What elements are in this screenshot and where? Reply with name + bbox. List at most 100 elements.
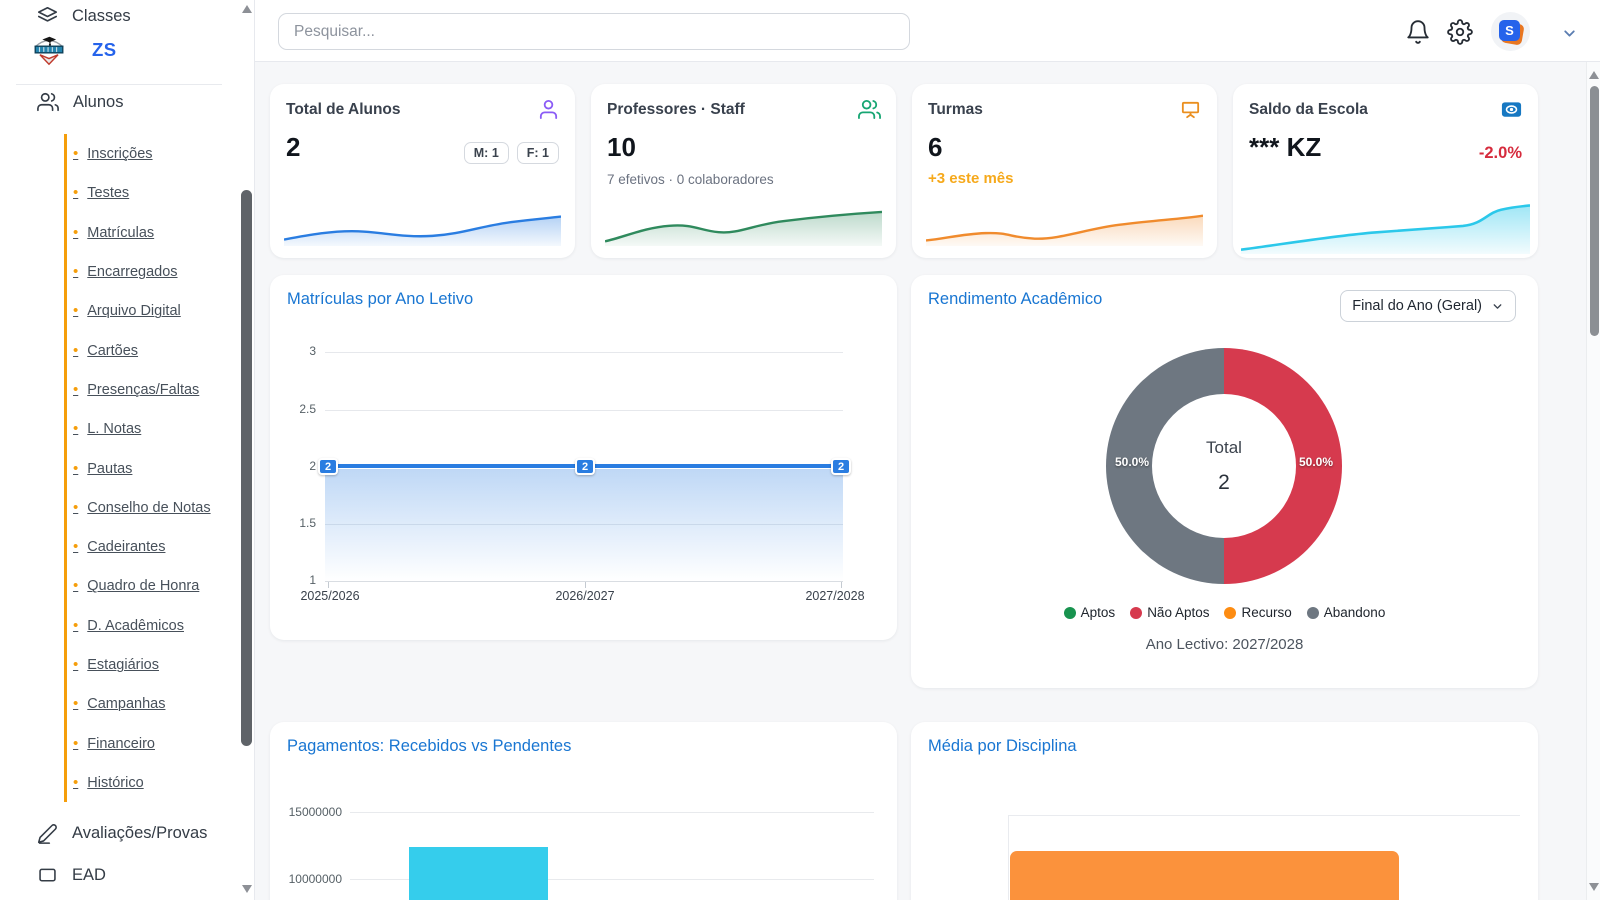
legend-dot: [1307, 607, 1319, 619]
sidebar-item-alunos[interactable]: Alunos: [0, 89, 235, 115]
sidebar-item-pautas[interactable]: Pautas: [73, 460, 132, 477]
sidebar-item-presencas-faltas[interactable]: Presenças/Faltas: [73, 381, 199, 398]
sidebar-scrollbar[interactable]: [240, 0, 254, 900]
period-select[interactable]: Final do Ano (Geral): [1340, 290, 1516, 322]
stat-card-total-alunos: Total de Alunos 2 M: 1 F: 1: [270, 84, 575, 258]
sidebar-item-classes[interactable]: Classes: [0, 3, 235, 29]
disciplina-bar[interactable]: [1010, 851, 1399, 900]
saldo-trend-sparkline: [1241, 200, 1530, 254]
sidebar-subitem: Financeiro: [67, 723, 234, 762]
donut-legend: Aptos Não Aptos Recurso Abandono: [911, 605, 1538, 620]
recebidos-bar[interactable]: [409, 847, 548, 900]
data-point-label[interactable]: 2: [575, 458, 595, 475]
balance-delta: -2.0%: [1479, 144, 1522, 163]
sidebar-item-label: Classes: [72, 7, 131, 26]
eye-icon[interactable]: [1500, 98, 1523, 121]
sidebar-subitem: Arquivo Digital: [67, 291, 234, 330]
turmas-trend-sparkline: [926, 200, 1203, 246]
sidebar-item-d-academicos[interactable]: D. Acadêmicos: [73, 617, 184, 634]
gridline: [350, 812, 874, 813]
sidebar-item-financeiro[interactable]: Financeiro: [73, 735, 155, 752]
sidebar-item-cadeirantes[interactable]: Cadeirantes: [73, 538, 165, 555]
rendimento-chart-card: Rendimento Acadêmico Final do Ano (Geral…: [911, 275, 1538, 688]
sidebar-item-campanhas[interactable]: Campanhas: [73, 695, 165, 712]
y-tick: 10000000: [284, 872, 342, 886]
scroll-down-arrow[interactable]: [1589, 883, 1599, 891]
y-tick: 2.5: [272, 402, 316, 416]
avatar[interactable]: S: [1491, 12, 1530, 51]
sidebar-item-matriculas[interactable]: Matrículas: [73, 224, 154, 241]
school-logo-row[interactable]: ZS: [30, 28, 230, 72]
sidebar-subitem: Presenças/Faltas: [67, 370, 234, 409]
scroll-up-arrow[interactable]: [1589, 71, 1599, 79]
sidebar-item-testes[interactable]: Testes: [73, 184, 129, 201]
sidebar-scrollbar-thumb[interactable]: [241, 190, 252, 746]
scroll-down-arrow[interactable]: [242, 885, 252, 893]
sidebar-item-arquivo-digital[interactable]: Arquivo Digital: [73, 302, 181, 319]
gridline: [325, 352, 843, 353]
stat-card-title: Total de Alunos: [286, 101, 401, 119]
slice-percent-label: 50.0%: [1294, 455, 1338, 469]
female-count-badge: F: 1: [517, 142, 559, 164]
legend-item-aptos[interactable]: Aptos: [1064, 605, 1116, 620]
sidebar-item-inscricoes[interactable]: Inscrições: [73, 145, 153, 162]
donut-center: Total 2: [1152, 394, 1296, 538]
alunos-submenu: Inscrições Testes Matrículas Encarregado…: [64, 134, 234, 802]
gridline: [1008, 815, 1520, 816]
presentation-icon: [1179, 98, 1202, 121]
dashboard-main: Total de Alunos 2 M: 1 F: 1 Professores …: [255, 62, 1600, 900]
scroll-up-arrow[interactable]: [242, 5, 252, 13]
sidebar-subitem: Histórico: [67, 763, 234, 802]
chevron-down-icon[interactable]: [1561, 25, 1578, 42]
stat-card-value: 10: [607, 132, 636, 163]
data-point-label[interactable]: 2: [831, 458, 851, 475]
chart-title: Média por Disciplina: [928, 737, 1077, 756]
layers-icon: [37, 6, 58, 27]
gridline: [325, 410, 843, 411]
sidebar-item-ead[interactable]: EAD: [0, 861, 235, 889]
sidebar-item-conselho-de-notas[interactable]: Conselho de Notas: [73, 499, 211, 516]
legend-label: Abandono: [1324, 605, 1386, 620]
sidebar-subitem: Inscrições: [67, 134, 234, 173]
x-tick-label: 2025/2026: [300, 589, 359, 603]
school-crest-logo: [30, 30, 68, 70]
sidebar-subitem: Quadro de Honra: [67, 566, 234, 605]
avatar-logo: S: [1499, 20, 1520, 41]
sidebar-item-historico[interactable]: Histórico: [73, 774, 144, 791]
sidebar-subitem: Testes: [67, 173, 234, 212]
chart-title: Pagamentos: Recebidos vs Pendentes: [287, 737, 571, 756]
gear-icon[interactable]: [1447, 19, 1473, 45]
main-scrollbar[interactable]: [1586, 62, 1600, 900]
sidebar-subitem: Cadeirantes: [67, 527, 234, 566]
sidebar-item-label: Alunos: [73, 93, 123, 112]
students-trend-sparkline: [284, 200, 561, 246]
legend-item-abandono[interactable]: Abandono: [1307, 605, 1386, 620]
bell-icon[interactable]: [1405, 19, 1431, 45]
main-scrollbar-thumb[interactable]: [1590, 86, 1599, 336]
sidebar-item-estagiarios[interactable]: Estagiários: [73, 656, 159, 673]
stat-card-turmas: Turmas 6 +3 este mês: [912, 84, 1217, 258]
sidebar-item-encarregados[interactable]: Encarregados: [73, 263, 178, 280]
x-axis-line: [325, 581, 843, 582]
male-count-badge: M: 1: [464, 142, 509, 164]
search-input[interactable]: [278, 13, 910, 50]
data-point-label[interactable]: 2: [318, 458, 338, 475]
legend-item-recurso[interactable]: Recurso: [1224, 605, 1291, 620]
sidebar-item-label: Avaliações/Provas: [72, 824, 207, 843]
stat-card-title: Saldo da Escola: [1249, 101, 1368, 119]
sidebar-item-quadro-de-honra[interactable]: Quadro de Honra: [73, 577, 199, 594]
sidebar-subitem: Estagiários: [67, 645, 234, 684]
donut-chart[interactable]: 50.0% 50.0% Total 2: [1106, 348, 1342, 584]
chart-footer: Ano Lectivo: 2027/2028: [911, 636, 1538, 653]
chevron-down-icon: [1491, 300, 1504, 313]
sidebar-subitem: Cartões: [67, 330, 234, 369]
legend-item-nao-aptos[interactable]: Não Aptos: [1130, 605, 1209, 620]
sidebar-subitem: Pautas: [67, 448, 234, 487]
stat-card-professores-staff: Professores · Staff 10 7 efetivos · 0 co…: [591, 84, 896, 258]
sidebar-item-cartoes[interactable]: Cartões: [73, 342, 138, 359]
stat-card-subtitle: +3 este mês: [928, 170, 1013, 187]
sidebar-item-l-notas[interactable]: L. Notas: [73, 420, 141, 437]
sidebar-item-avaliacoes-provas[interactable]: Avaliações/Provas: [0, 819, 235, 847]
people-icon: [858, 98, 881, 121]
x-tick-mark: [328, 582, 329, 588]
